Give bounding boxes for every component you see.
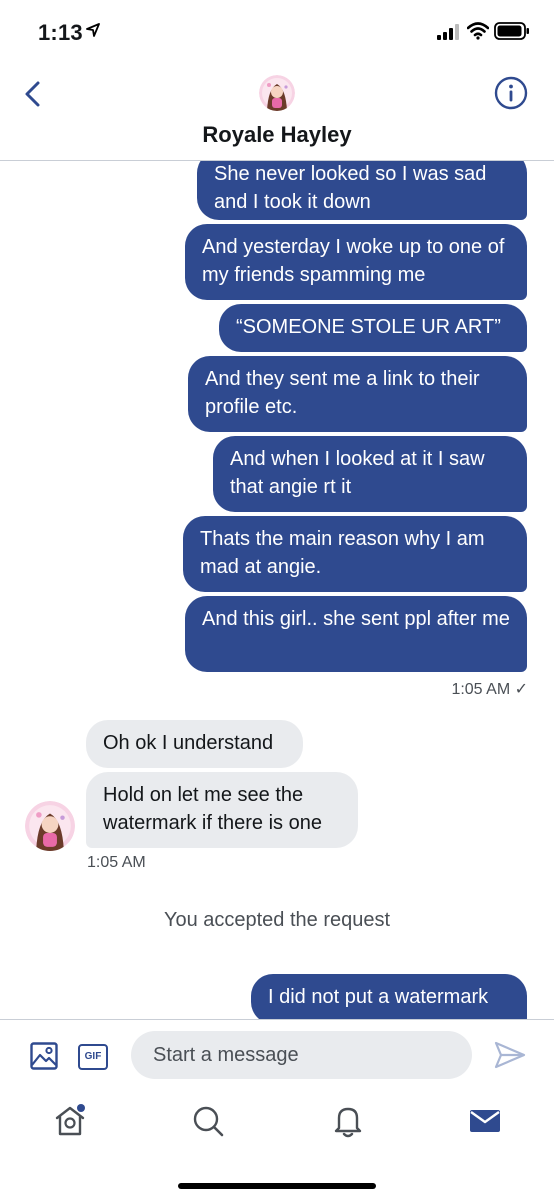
message-thread[interactable]: She never looked so I was sad and I took…: [0, 161, 554, 1019]
cellular-signal-icon: [437, 24, 459, 40]
send-icon[interactable]: [494, 1041, 526, 1069]
battery-icon: [494, 22, 529, 40]
sender-avatar[interactable]: [25, 801, 75, 851]
message-text: She never looked so I was sad and I took…: [214, 163, 487, 213]
message-bubble-outgoing[interactable]: And this girl.. she sent ppl after me: [185, 596, 527, 672]
message-bubble-outgoing[interactable]: “SOMEONE STOLE UR ART”: [219, 304, 527, 352]
message-bubble-incoming[interactable]: Hold on let me see the watermark if ther…: [86, 772, 358, 848]
message-text: And this girl.. she sent ppl after me: [202, 608, 510, 630]
message-text: And they sent me a link to their profile…: [205, 368, 480, 418]
message-bubble-outgoing[interactable]: And yesterday I woke up to one of my fri…: [185, 224, 527, 300]
status-time: 1:13: [38, 20, 83, 45]
timestamp-text: 1:05 AM: [451, 681, 511, 698]
outgoing-timestamp: 1:05 AM ✓: [420, 679, 528, 699]
gif-button[interactable]: GIF: [78, 1044, 108, 1070]
message-text: I did not put a watermark: [268, 986, 489, 1008]
status-bar: 1:13: [0, 0, 554, 64]
bell-icon[interactable]: [330, 1103, 366, 1139]
message-text: Oh ok I understand: [103, 732, 274, 754]
message-input[interactable]: [131, 1031, 472, 1079]
system-message: You accepted the request: [163, 909, 391, 931]
message-bubble-outgoing[interactable]: She never looked so I was sad and I took…: [197, 161, 527, 220]
home-indicator[interactable]: [178, 1183, 376, 1189]
message-text: And when I looked at it I saw that angie…: [230, 448, 485, 498]
message-text: Thats the main reason why I am mad at an…: [200, 528, 485, 578]
incoming-timestamp: 1:05 AM: [87, 854, 146, 871]
message-bubble-outgoing[interactable]: And when I looked at it I saw that angie…: [213, 436, 527, 512]
search-icon[interactable]: [190, 1103, 226, 1139]
contact-avatar[interactable]: [259, 75, 295, 111]
conversation-header: Royale Hayley: [0, 64, 554, 161]
info-icon[interactable]: [494, 76, 528, 110]
image-icon[interactable]: [30, 1042, 58, 1070]
read-check-icon: ✓: [514, 681, 528, 698]
wifi-icon: [467, 22, 489, 40]
message-composer: GIF: [0, 1019, 554, 1090]
contact-name: Royale Hayley: [202, 122, 352, 147]
message-bubble-incoming[interactable]: Oh ok I understand: [86, 720, 303, 768]
message-text: Hold on let me see the watermark if ther…: [103, 784, 322, 834]
message-bubble-outgoing[interactable]: And they sent me a link to their profile…: [188, 356, 527, 432]
location-arrow-icon: [86, 23, 100, 37]
envelope-icon[interactable]: [467, 1103, 503, 1139]
message-bubble-outgoing[interactable]: Thats the main reason why I am mad at an…: [183, 516, 527, 592]
message-text: And yesterday I woke up to one of my fri…: [202, 236, 505, 286]
message-text: “SOMEONE STOLE UR ART”: [236, 316, 501, 338]
back-button[interactable]: [18, 78, 48, 110]
message-bubble-outgoing[interactable]: I did not put a watermark: [251, 974, 527, 1019]
home-icon[interactable]: [52, 1103, 88, 1139]
